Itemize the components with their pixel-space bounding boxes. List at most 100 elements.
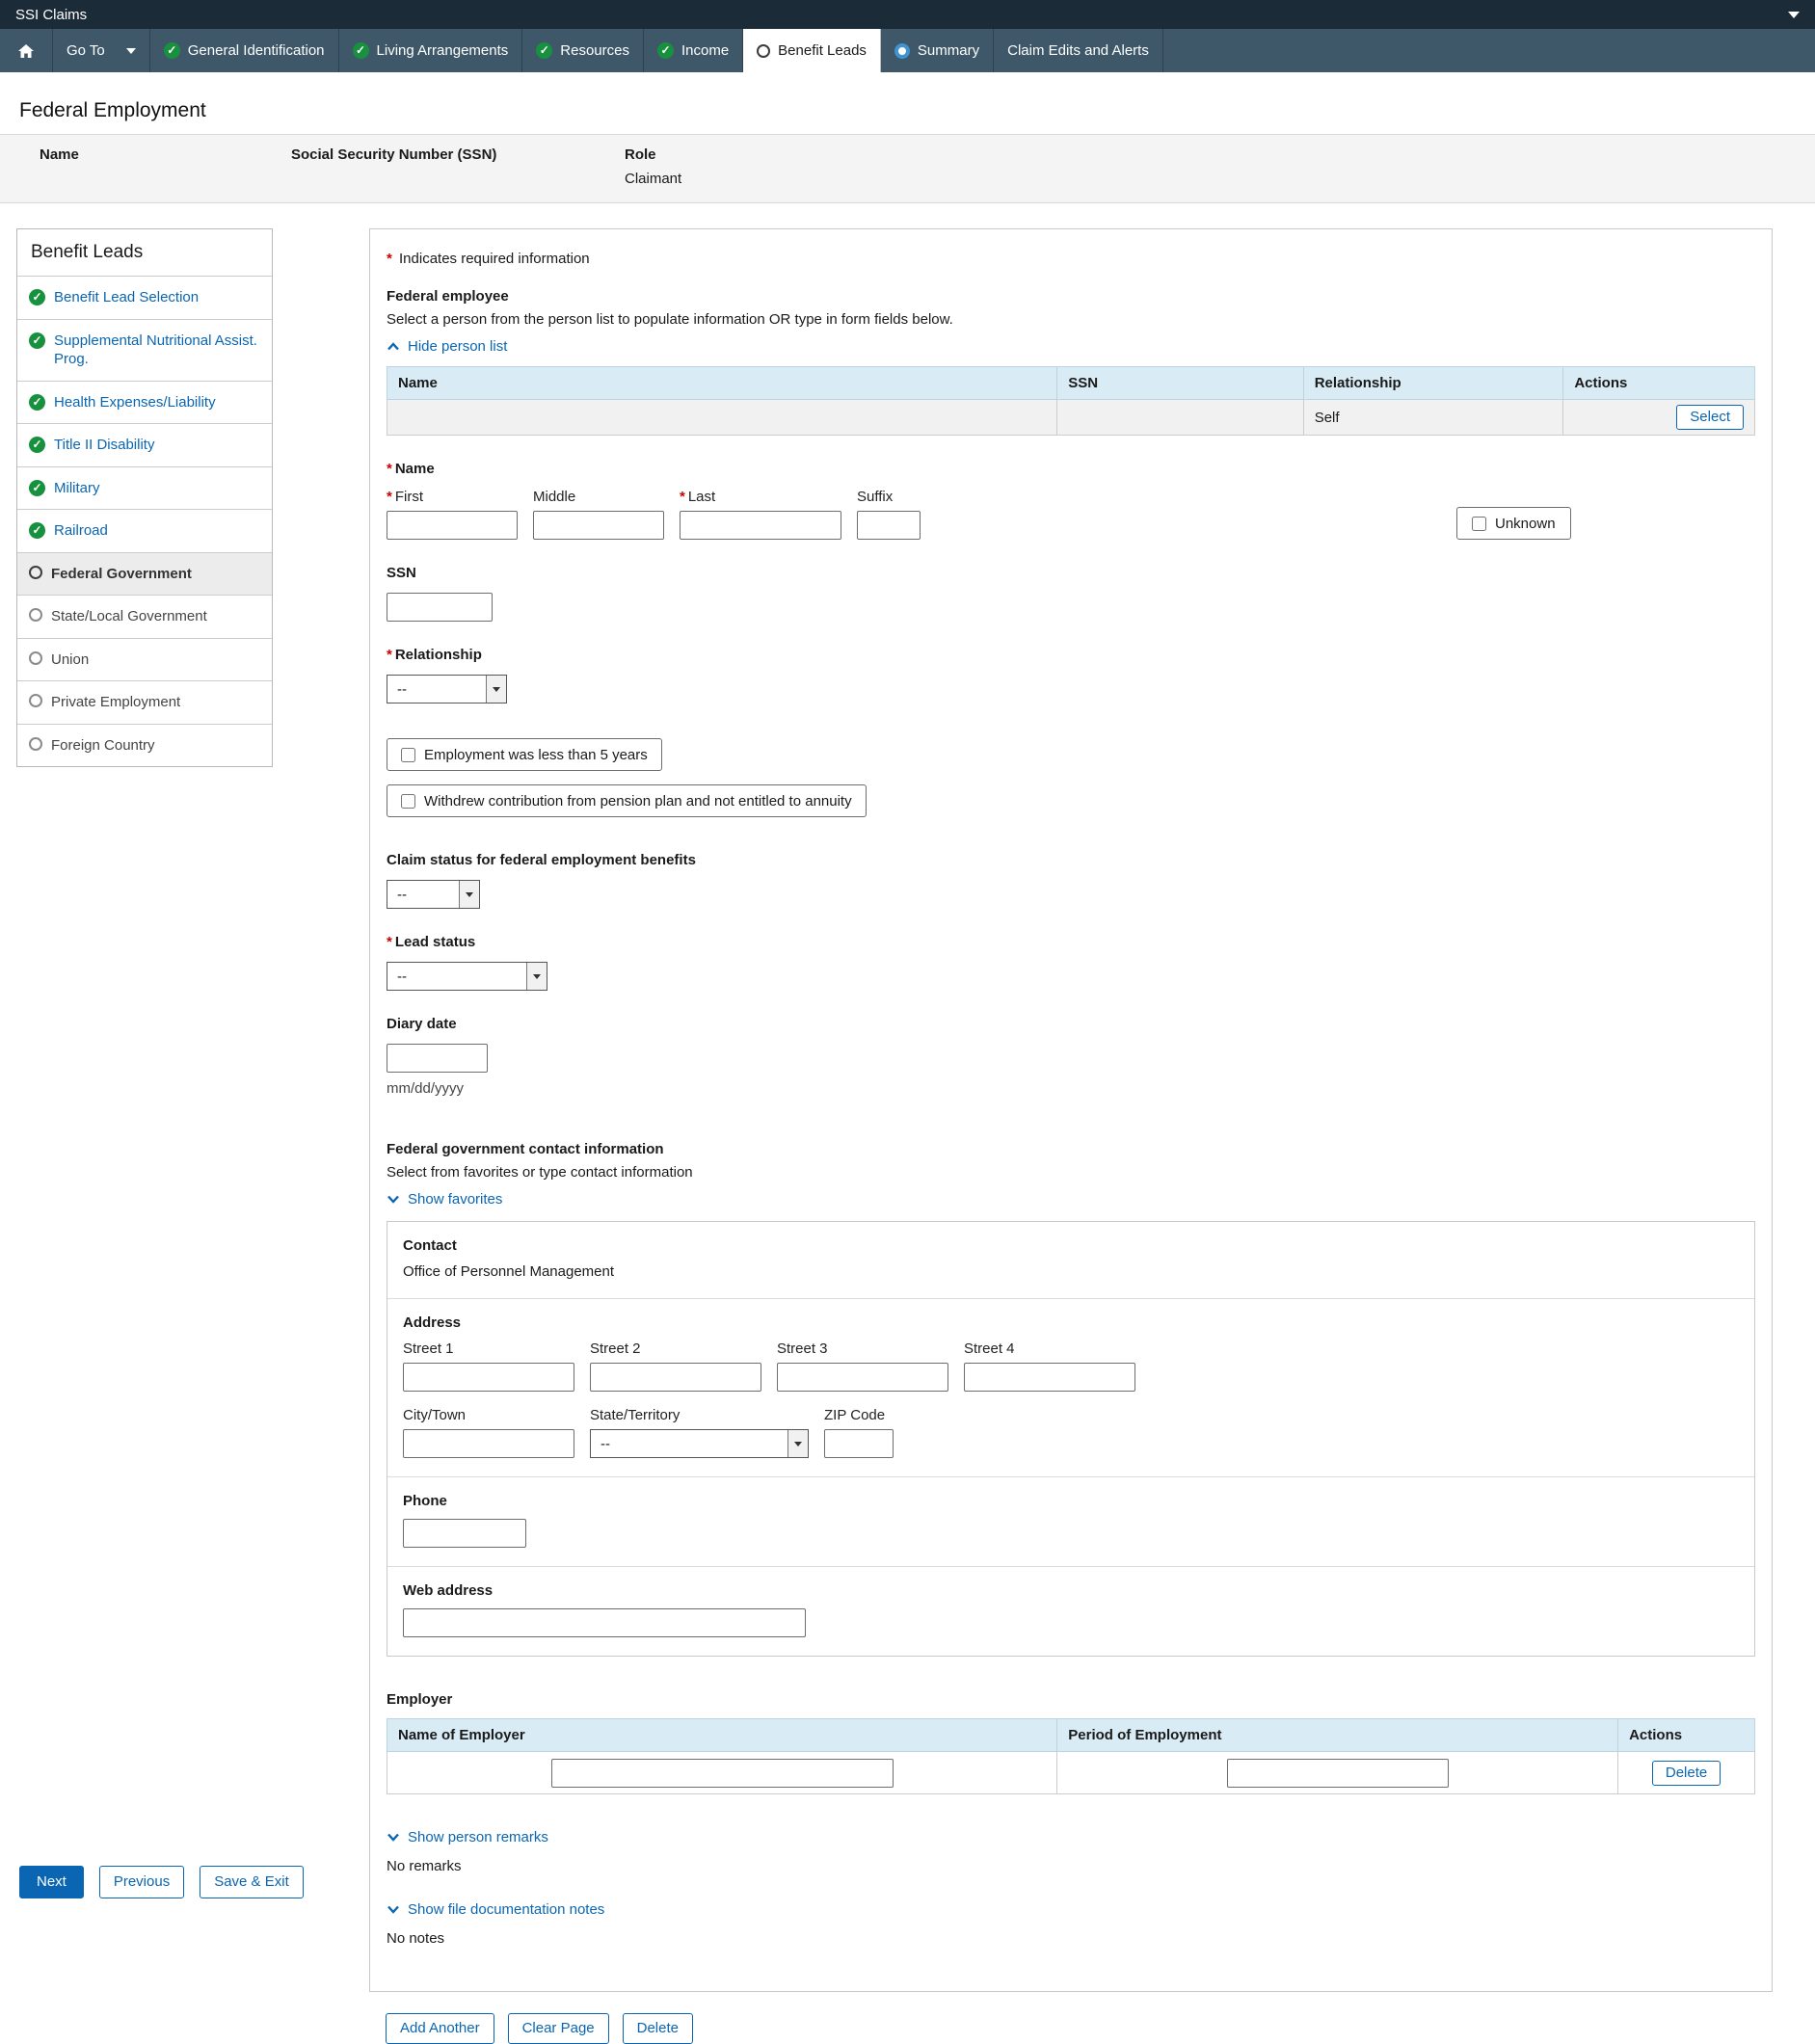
check-icon: ✓ [29,480,45,496]
diary-date-format-hint: mm/dd/yyyy [387,1080,1755,1097]
employer-table-row: Delete [387,1752,1755,1794]
street1-input[interactable] [403,1363,574,1392]
employer-table-header-name: Name of Employer [387,1719,1057,1752]
required-asterisk: * [387,461,392,477]
not-started-circle-icon [29,737,42,751]
street3-input[interactable] [777,1363,948,1392]
street2-input[interactable] [590,1363,761,1392]
web-address-section: Web address [387,1566,1754,1656]
tab-income[interactable]: ✓ Income [644,29,743,72]
sidebar-title: Benefit Leads [17,229,272,276]
show-favorites-link[interactable]: Show favorites [387,1191,502,1208]
person-header: Name Social Security Number (SSN) Role C… [0,134,1815,203]
last-name-input[interactable] [680,511,841,540]
tab-summary[interactable]: Summary [881,29,994,72]
sidebar-item-state-local-government[interactable]: State/Local Government [17,595,272,638]
sidebar-item-supplemental-nutritional[interactable]: ✓ Supplemental Nutritional Assist. Prog. [17,319,272,381]
next-button[interactable]: Next [19,1866,84,1898]
add-another-button[interactable]: Add Another [386,2013,494,2044]
street4-input[interactable] [964,1363,1135,1392]
suffix-label: Suffix [857,489,921,505]
sidebar-item-health-expenses[interactable]: ✓ Health Expenses/Liability [17,381,272,424]
check-icon: ✓ [29,522,45,539]
chevron-down-icon [387,1195,400,1204]
relationship-select[interactable]: -- [387,675,507,703]
sidebar-item-federal-government[interactable]: Federal Government [17,552,272,596]
sidebar-item-title-ii-disability[interactable]: ✓ Title II Disability [17,423,272,466]
middle-name-label: Middle [533,489,664,505]
tab-general-identification[interactable]: ✓ General Identification [150,29,339,72]
suffix-input[interactable] [857,511,921,540]
employment-period-input[interactable] [1227,1759,1449,1788]
ssn-input[interactable] [387,593,493,622]
sidebar-item-military[interactable]: ✓ Military [17,466,272,510]
address-label: Address [403,1314,1739,1331]
sidebar-item-private-employment[interactable]: Private Employment [17,680,272,724]
first-name-input[interactable] [387,511,518,540]
delete-button[interactable]: Delete [623,2013,693,2044]
web-address-label: Web address [403,1582,1739,1599]
sidebar-item-benefit-lead-selection[interactable]: ✓ Benefit Lead Selection [17,276,272,319]
person-table-header-name: Name [387,367,1057,400]
sidebar-item-foreign-country[interactable]: Foreign Country [17,724,272,767]
withdrew-contribution-checkbox[interactable] [401,794,415,809]
check-icon: ✓ [29,289,45,305]
tab-benefit-leads[interactable]: Benefit Leads [743,29,881,72]
required-note: * Indicates required information [387,251,1755,267]
federal-employment-form-panel: * Indicates required information Federal… [369,228,1773,1992]
person-table-header-actions: Actions [1563,367,1755,400]
first-name-label: *First [387,489,518,505]
zip-input[interactable] [824,1429,894,1458]
lead-status-label: *Lead status [387,934,1755,950]
primary-navbar: Go To ✓ General Identification ✓ Living … [0,29,1815,72]
state-label: State/Territory [590,1407,809,1423]
status-circle-icon [894,43,910,59]
check-icon: ✓ [536,42,552,59]
middle-name-input[interactable] [533,511,664,540]
employer-name-input[interactable] [551,1759,894,1788]
delete-employer-button[interactable]: Delete [1652,1761,1721,1786]
save-and-exit-button[interactable]: Save & Exit [200,1866,304,1898]
city-input[interactable] [403,1429,574,1458]
name-group-label: *Name [387,461,1755,477]
ssn-group-label: SSN [387,565,1755,581]
check-icon: ✓ [29,394,45,411]
diary-date-input[interactable] [387,1044,488,1073]
previous-button[interactable]: Previous [99,1866,184,1898]
federal-employee-instruction: Select a person from the person list to … [387,311,1755,328]
person-role-value: Claimant [625,171,681,187]
diary-date-label: Diary date [387,1016,1755,1032]
show-person-remarks-link[interactable]: Show person remarks [387,1829,548,1845]
sidebar-item-union[interactable]: Union [17,638,272,681]
hide-person-list-link[interactable]: Hide person list [387,338,507,355]
web-address-input[interactable] [403,1608,806,1637]
tab-living-arrangements[interactable]: ✓ Living Arrangements [339,29,523,72]
lead-status-select[interactable]: -- [387,962,547,991]
zip-label: ZIP Code [824,1407,894,1423]
go-to-dropdown[interactable]: Go To [53,29,150,72]
topbar-menu-caret-icon[interactable] [1788,12,1800,18]
last-name-label: *Last [680,489,841,505]
employment-less-5-years-toggle[interactable]: Employment was less than 5 years [387,738,662,771]
tab-claim-edits-alerts[interactable]: Claim Edits and Alerts [994,29,1163,72]
sidebar-item-railroad[interactable]: ✓ Railroad [17,509,272,552]
withdrew-contribution-toggle[interactable]: Withdrew contribution from pension plan … [387,784,867,817]
claim-status-select[interactable]: -- [387,880,480,909]
home-button[interactable] [0,29,53,72]
employment-less-5-years-checkbox[interactable] [401,748,415,762]
name-unknown-toggle[interactable]: Unknown [1456,507,1571,540]
check-icon: ✓ [29,332,45,349]
show-file-documentation-notes-link[interactable]: Show file documentation notes [387,1901,604,1918]
file-notes-empty-text: No notes [387,1930,1755,1947]
state-territory-select[interactable]: -- [590,1429,809,1458]
page-action-buttons: Add Another Clear Page Delete [386,2013,1815,2044]
tab-resources[interactable]: ✓ Resources [522,29,644,72]
phone-label: Phone [403,1493,1739,1509]
contact-label: Contact [403,1237,1739,1254]
clear-page-button[interactable]: Clear Page [508,2013,609,2044]
phone-input[interactable] [403,1519,526,1548]
select-person-button[interactable]: Select [1676,405,1744,430]
relationship-label: *Relationship [387,647,1755,663]
employer-table-header-period: Period of Employment [1057,1719,1618,1752]
unknown-checkbox[interactable] [1472,517,1486,531]
